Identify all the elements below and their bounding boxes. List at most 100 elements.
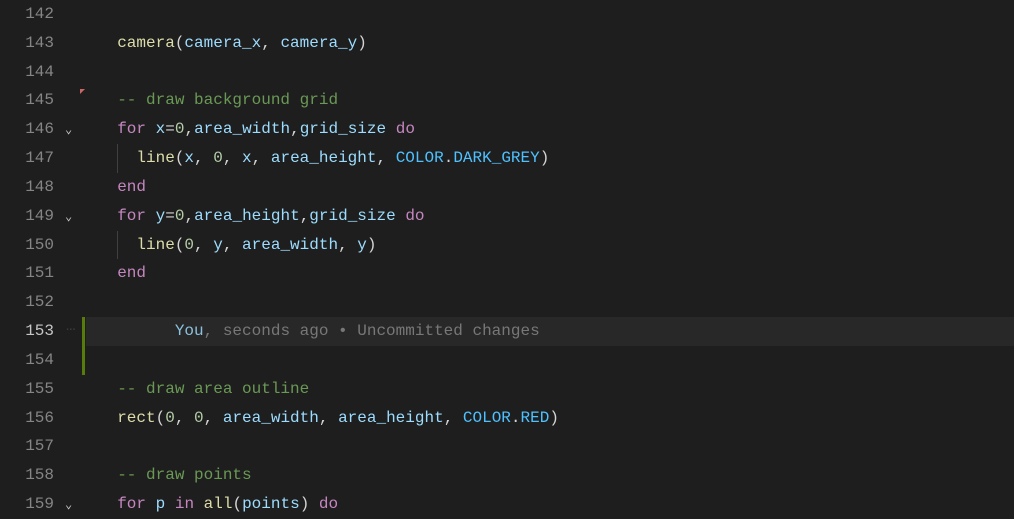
token-punc: ( bbox=[175, 34, 185, 52]
token-prop: DARK_GREY bbox=[453, 149, 539, 167]
token-punc: , bbox=[175, 409, 194, 427]
token-kw: end bbox=[117, 264, 146, 282]
line-number[interactable]: 142 bbox=[0, 0, 62, 29]
code-line[interactable]: for x=0,area_width,grid_size do bbox=[98, 115, 415, 144]
token-punc: , bbox=[194, 236, 213, 254]
token-plain bbox=[146, 207, 156, 225]
token-plain bbox=[386, 120, 396, 138]
token-plain bbox=[146, 120, 156, 138]
token-const: COLOR bbox=[396, 149, 444, 167]
code-line[interactable]: end bbox=[98, 173, 146, 202]
token-punc: ) bbox=[357, 34, 367, 52]
token-punc: ( bbox=[156, 409, 166, 427]
code-line[interactable]: -- draw area outline bbox=[98, 375, 309, 404]
token-punc: , bbox=[223, 149, 242, 167]
token-fn: line bbox=[136, 236, 174, 254]
token-punc: , bbox=[290, 120, 300, 138]
whitespace-indicator-icon: … bbox=[66, 317, 76, 335]
token-fn: line bbox=[136, 149, 174, 167]
token-var: x bbox=[156, 120, 166, 138]
token-plain bbox=[396, 207, 406, 225]
line-number[interactable]: 148 bbox=[0, 173, 62, 202]
fold-toggle-icon[interactable]: ⌄ bbox=[65, 122, 72, 137]
code-line[interactable]: line(0, y, area_width, y) bbox=[98, 231, 376, 260]
code-line[interactable]: end bbox=[98, 259, 146, 288]
fold-column[interactable]: ⌄ ⌄ ⌄ bbox=[62, 0, 82, 519]
token-num: 0 bbox=[213, 149, 223, 167]
code-line[interactable]: -- draw points bbox=[98, 461, 252, 490]
line-number[interactable]: 146 bbox=[0, 115, 62, 144]
token-plain bbox=[309, 495, 319, 513]
token-num: 0 bbox=[175, 207, 185, 225]
line-number[interactable]: 147 bbox=[0, 144, 62, 173]
token-id: area_height bbox=[194, 207, 300, 225]
token-num: 0 bbox=[165, 409, 175, 427]
token-punc: ) bbox=[549, 409, 559, 427]
token-punc: , bbox=[444, 409, 463, 427]
token-kw: do bbox=[405, 207, 424, 225]
token-id: area_height bbox=[338, 409, 444, 427]
code-line[interactable]: line(x, 0, x, area_height, COLOR.DARK_GR… bbox=[98, 144, 549, 173]
token-fn: rect bbox=[117, 409, 155, 427]
token-var: p bbox=[156, 495, 166, 513]
token-punc: ( bbox=[175, 236, 185, 254]
token-punc: , bbox=[376, 149, 395, 167]
code-editor[interactable]: 1421431441451461471481491501511521531541… bbox=[0, 0, 1014, 519]
token-plain bbox=[194, 495, 204, 513]
line-number[interactable]: 151 bbox=[0, 259, 62, 288]
token-cmt: -- draw background grid bbox=[117, 91, 338, 109]
token-const: COLOR bbox=[463, 409, 511, 427]
code-line[interactable]: rect(0, 0, area_width, area_height, COLO… bbox=[98, 404, 559, 433]
token-punc: ( bbox=[232, 495, 242, 513]
code-line[interactable] bbox=[98, 0, 117, 29]
line-number[interactable]: 144 bbox=[0, 58, 62, 87]
code-area[interactable]: camera(camera_x, camera_y) -- draw backg… bbox=[86, 0, 1014, 519]
token-id: area_width bbox=[194, 120, 290, 138]
token-var: y bbox=[156, 207, 166, 225]
token-punc: , bbox=[252, 149, 271, 167]
token-fn: all bbox=[204, 495, 233, 513]
code-line[interactable]: -- draw background grid bbox=[98, 86, 338, 115]
line-number[interactable]: 156 bbox=[0, 404, 62, 433]
token-id: y bbox=[357, 236, 367, 254]
token-id: area_height bbox=[271, 149, 377, 167]
token-plain bbox=[146, 495, 156, 513]
token-punc: , bbox=[338, 236, 357, 254]
token-kw: in bbox=[175, 495, 194, 513]
token-punc: , bbox=[300, 207, 310, 225]
token-punc: , bbox=[223, 236, 242, 254]
line-number[interactable]: 155 bbox=[0, 375, 62, 404]
git-blame-annotation: , seconds ago • Uncommitted changes bbox=[204, 322, 540, 340]
token-punc: , bbox=[204, 409, 223, 427]
token-id: area_width bbox=[242, 236, 338, 254]
line-number[interactable]: 159 bbox=[0, 490, 62, 519]
line-number[interactable]: 158 bbox=[0, 461, 62, 490]
line-number[interactable]: 150 bbox=[0, 231, 62, 260]
token-kw: do bbox=[319, 495, 338, 513]
line-number[interactable]: 152 bbox=[0, 288, 62, 317]
token-id: x bbox=[242, 149, 252, 167]
token-punc: , bbox=[261, 34, 280, 52]
token-id: camera_y bbox=[280, 34, 357, 52]
token-cmt: -- draw area outline bbox=[117, 380, 309, 398]
line-number[interactable]: 143 bbox=[0, 29, 62, 58]
token-cmt: -- draw points bbox=[117, 466, 251, 484]
code-line[interactable]: for y=0,area_height,grid_size do bbox=[98, 202, 425, 231]
token-fn: camera bbox=[117, 34, 175, 52]
line-number-gutter[interactable]: 1421431441451461471481491501511521531541… bbox=[0, 0, 62, 519]
token-punc: , bbox=[194, 149, 213, 167]
line-number[interactable]: 157 bbox=[0, 432, 62, 461]
line-number[interactable]: 153 bbox=[0, 317, 62, 346]
line-number[interactable]: 149 bbox=[0, 202, 62, 231]
fold-toggle-icon[interactable]: ⌄ bbox=[65, 497, 72, 512]
code-line[interactable]: You, seconds ago • Uncommitted changes bbox=[98, 317, 540, 346]
token-kw: end bbox=[117, 178, 146, 196]
token-num: 0 bbox=[194, 409, 204, 427]
fold-toggle-icon[interactable]: ⌄ bbox=[65, 209, 72, 224]
line-number[interactable]: 154 bbox=[0, 346, 62, 375]
git-blame-author: You bbox=[175, 322, 204, 340]
code-line[interactable]: camera(camera_x, camera_y) bbox=[98, 29, 367, 58]
code-line[interactable]: for p in all(points) do bbox=[98, 490, 338, 519]
line-number[interactable]: 145 bbox=[0, 86, 62, 115]
token-punc: ( bbox=[175, 149, 185, 167]
